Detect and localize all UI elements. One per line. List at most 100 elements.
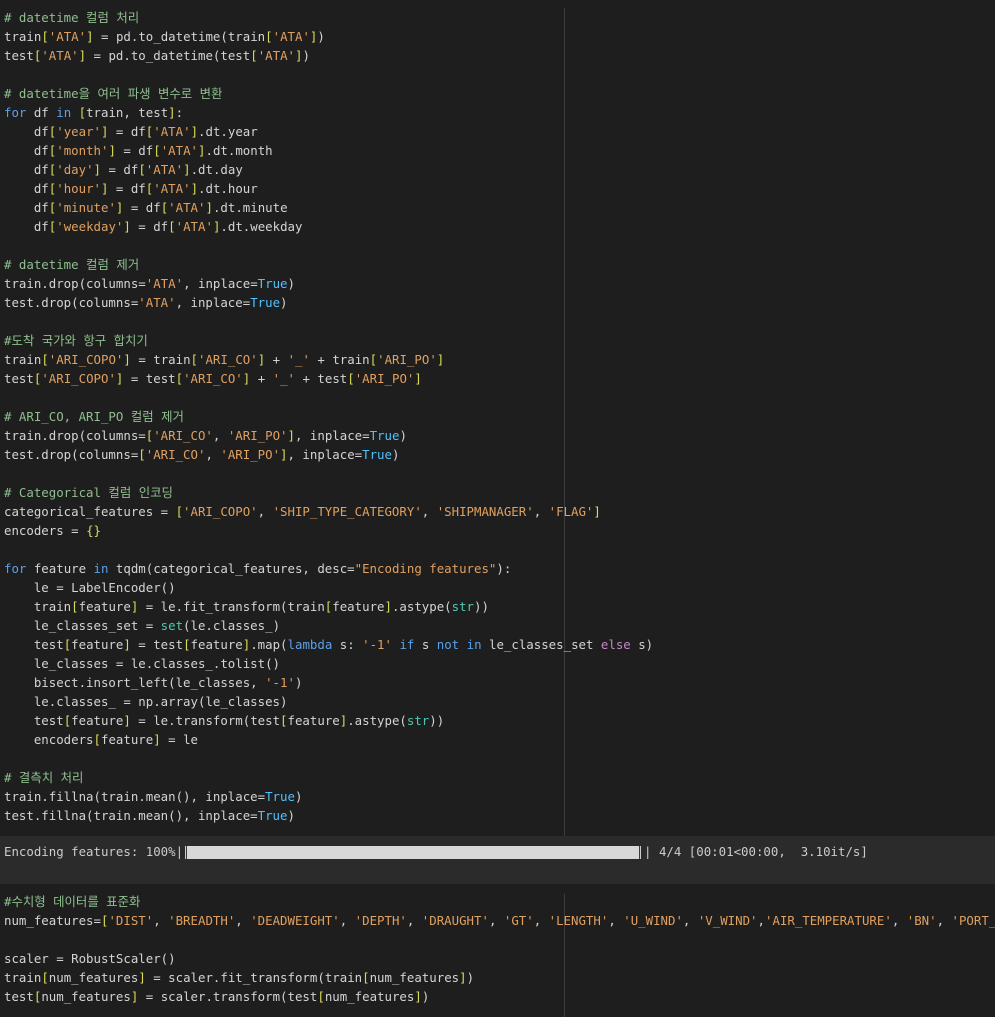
code-line[interactable]: df['weekday'] = df['ATA'].dt.weekday bbox=[4, 217, 653, 236]
code-text: = scaler.transform(test bbox=[138, 989, 318, 1004]
code-line[interactable] bbox=[4, 65, 653, 84]
code-cell-preprocessing[interactable]: # datetime 컬럼 처리 train['ATA'] = pd.to_dat… bbox=[0, 0, 995, 836]
code-editor[interactable]: #수치형 데이터를 표준화 num_features=['DIST', 'BREA… bbox=[4, 892, 995, 1006]
code-bracket: [ bbox=[250, 48, 258, 63]
code-line[interactable]: train['ATA'] = pd.to_datetime(train['ATA… bbox=[4, 27, 653, 46]
code-constant: True bbox=[257, 276, 288, 291]
code-bracket: [ bbox=[369, 352, 378, 367]
code-text: feature bbox=[287, 713, 340, 728]
code-line[interactable]: test.drop(columns=['ARI_CO', 'ARI_PO'], … bbox=[4, 445, 653, 464]
code-line[interactable]: train[feature] = le.fit_transform(train[… bbox=[4, 597, 653, 616]
code-line[interactable]: for feature in tqdm(categorical_features… bbox=[4, 559, 653, 578]
code-bracket: ] bbox=[123, 219, 131, 234]
code-line[interactable]: train.fillna(train.mean(), inplace=True) bbox=[4, 787, 653, 806]
code-line[interactable]: # datetime을 여러 파생 변수로 변환 bbox=[4, 84, 653, 103]
code-bracket: ] bbox=[153, 732, 161, 747]
code-text: train bbox=[4, 970, 42, 985]
code-bracket: ] bbox=[190, 124, 199, 139]
code-text: ) bbox=[391, 447, 400, 462]
code-bracket: ] bbox=[78, 48, 87, 63]
code-line[interactable]: bisect.insort_left(le_classes, '-1') bbox=[4, 673, 653, 692]
code-line[interactable]: train.drop(columns='ATA', inplace=True) bbox=[4, 274, 653, 293]
code-string: 'U_WIND' bbox=[623, 913, 683, 928]
code-line[interactable]: scaler = RobustScaler() bbox=[4, 949, 995, 968]
code-line[interactable]: test.fillna(train.mean(), inplace=True) bbox=[4, 806, 653, 825]
code-line[interactable]: encoders = {} bbox=[4, 521, 653, 540]
code-text: df bbox=[4, 219, 49, 234]
code-string: 'ARI_PO' bbox=[354, 371, 415, 386]
code-line[interactable] bbox=[4, 930, 995, 949]
code-bracket: [ bbox=[280, 713, 288, 728]
code-text: )) bbox=[429, 713, 445, 728]
code-line[interactable]: #도착 국가와 항구 합치기 bbox=[4, 331, 653, 350]
code-line[interactable]: for df in [train, test]: bbox=[4, 103, 653, 122]
code-bracket: ] bbox=[93, 162, 102, 177]
code-string: 'ATA' bbox=[257, 48, 295, 63]
code-line[interactable]: df['month'] = df['ATA'].dt.month bbox=[4, 141, 653, 160]
code-bracket: [ bbox=[362, 970, 370, 985]
code-text: , bbox=[212, 428, 228, 443]
code-line[interactable]: le_classes = le.classes_.tolist() bbox=[4, 654, 653, 673]
code-text: , bbox=[682, 913, 698, 928]
code-line[interactable] bbox=[4, 388, 653, 407]
code-line[interactable]: test['ATA'] = pd.to_datetime(test['ATA']… bbox=[4, 46, 653, 65]
code-line[interactable]: le = LabelEncoder() bbox=[4, 578, 653, 597]
code-text: ) bbox=[280, 295, 288, 310]
code-editor[interactable]: # datetime 컬럼 처리 train['ATA'] = pd.to_dat… bbox=[4, 8, 653, 825]
code-line[interactable]: test['ARI_COPO'] = test['ARI_CO'] + '_' … bbox=[4, 369, 653, 388]
code-line[interactable]: test.drop(columns='ATA', inplace=True) bbox=[4, 293, 653, 312]
code-bracket: ] bbox=[280, 447, 288, 462]
code-text: train, test bbox=[86, 105, 169, 120]
code-line[interactable]: # datetime 컬럼 처리 bbox=[4, 8, 653, 27]
code-line[interactable]: le_classes_set = set(le.classes_) bbox=[4, 616, 653, 635]
code-string: 'ATA' bbox=[48, 29, 87, 44]
code-cell-scaling[interactable]: #수치형 데이터를 표준화 num_features=['DIST', 'BREA… bbox=[0, 884, 995, 1017]
code-line[interactable]: df['year'] = df['ATA'].dt.year bbox=[4, 122, 653, 141]
code-string: 'ATA' bbox=[153, 181, 191, 196]
code-line[interactable]: test[feature] = le.transform(test[featur… bbox=[4, 711, 653, 730]
code-line[interactable] bbox=[4, 236, 653, 255]
code-text: , bbox=[205, 447, 221, 462]
code-line[interactable]: #수치형 데이터를 표준화 bbox=[4, 892, 995, 911]
code-line[interactable] bbox=[4, 312, 653, 331]
code-string: 'GT' bbox=[503, 913, 534, 928]
code-keyword: for bbox=[4, 105, 27, 120]
code-text: ) bbox=[287, 808, 295, 823]
code-text: , bbox=[235, 913, 251, 928]
code-keyword: in bbox=[466, 637, 482, 652]
code-line[interactable]: train['ARI_COPO'] = train['ARI_CO'] + '_… bbox=[4, 350, 653, 369]
code-string: 'V_WIND' bbox=[697, 913, 758, 928]
code-line[interactable]: le.classes_ = np.array(le_classes) bbox=[4, 692, 653, 711]
code-line[interactable]: train.drop(columns=['ARI_CO', 'ARI_PO'],… bbox=[4, 426, 653, 445]
code-text: test bbox=[4, 713, 64, 728]
code-line[interactable]: test[feature] = test[feature].map(lambda… bbox=[4, 635, 653, 654]
code-line[interactable]: df['hour'] = df['ATA'].dt.hour bbox=[4, 179, 653, 198]
code-line[interactable]: test[num_features] = scaler.transform(te… bbox=[4, 987, 995, 1006]
code-text: ) bbox=[302, 48, 310, 63]
code-text: = le bbox=[160, 732, 198, 747]
code-line[interactable]: num_features=['DIST', 'BREADTH', 'DEADWE… bbox=[4, 911, 995, 930]
code-text: num_features bbox=[48, 970, 139, 985]
code-line[interactable] bbox=[4, 540, 653, 559]
code-text: bisect.insort_left(le_classes, bbox=[4, 675, 266, 690]
progress-bar-fill bbox=[187, 845, 640, 859]
code-text: df bbox=[4, 143, 49, 158]
code-line[interactable]: train[num_features] = scaler.fit_transfo… bbox=[4, 968, 995, 987]
code-line[interactable]: # Categorical 컬럼 인코딩 bbox=[4, 483, 653, 502]
code-line[interactable]: # ARI_CO, ARI_PO 컬럼 제거 bbox=[4, 407, 653, 426]
code-bracket: [ bbox=[41, 352, 49, 367]
code-string: 'ATA' bbox=[138, 295, 176, 310]
code-text: , bbox=[421, 504, 437, 519]
code-line[interactable]: categorical_features = ['ARI_COPO', 'SHI… bbox=[4, 502, 653, 521]
code-line[interactable] bbox=[4, 749, 653, 768]
code-line[interactable] bbox=[4, 464, 653, 483]
code-text: train.fillna(train.mean(), inplace= bbox=[4, 789, 266, 804]
code-comment: # ARI_CO, ARI_PO 컬럼 제거 bbox=[4, 409, 184, 424]
code-line[interactable]: df['day'] = df['ATA'].dt.day bbox=[4, 160, 653, 179]
code-line[interactable]: encoders[feature] = le bbox=[4, 730, 653, 749]
code-text: + bbox=[250, 371, 273, 386]
code-line[interactable]: # datetime 컬럼 제거 bbox=[4, 255, 653, 274]
code-string: 'hour' bbox=[56, 181, 101, 196]
code-line[interactable]: df['minute'] = df['ATA'].dt.minute bbox=[4, 198, 653, 217]
code-line[interactable]: # 결측치 처리 bbox=[4, 768, 653, 787]
